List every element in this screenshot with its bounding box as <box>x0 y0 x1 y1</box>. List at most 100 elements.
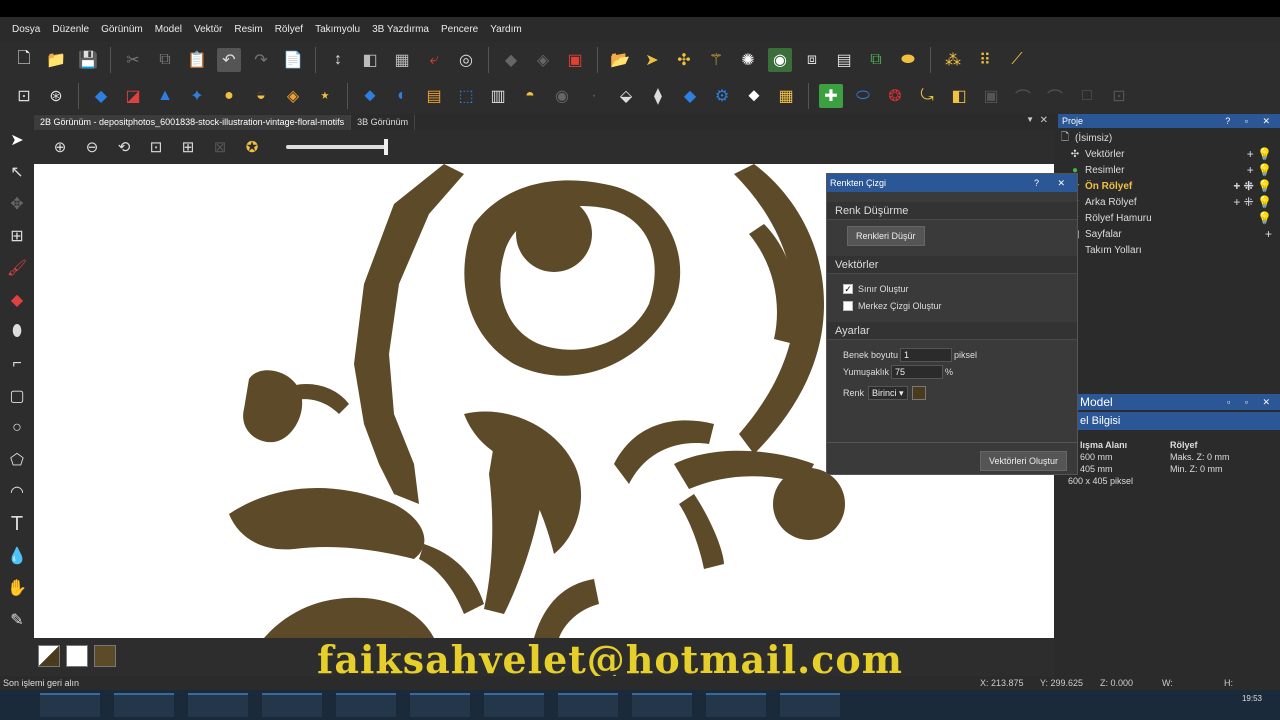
add-green-icon[interactable]: ✚ <box>819 84 843 108</box>
dim-square-icon[interactable]: □ <box>1075 84 1099 108</box>
taskbar-item[interactable] <box>632 693 692 717</box>
taskbar-item[interactable] <box>484 693 544 717</box>
tab-menu-icon[interactable]: ▼ <box>1026 115 1034 124</box>
color-chip[interactable] <box>911 385 926 400</box>
shape-blue-icon[interactable]: ◆ <box>89 84 113 108</box>
boundary-checkbox[interactable]: ✓ <box>843 283 853 294</box>
snap-star-icon[interactable]: ✪ <box>240 135 264 159</box>
tree-item-relief-clipboard[interactable]: ★ Rölyef Hamuru 💡 <box>1058 210 1280 226</box>
tree-item-actions[interactable]: 💡 <box>1257 211 1272 225</box>
taskbar-item[interactable] <box>706 693 766 717</box>
reduce-colors-button[interactable]: Renkleri Düşür <box>847 226 925 246</box>
boundary-row[interactable]: ✓ Sınır Oluştur <box>827 280 1077 297</box>
flat-blue-icon[interactable]: ⬙ <box>614 84 638 108</box>
panel-header-buttons[interactable]: ▫ ▫ ✕ <box>1227 394 1276 410</box>
pen-icon[interactable]: ✎ <box>4 607 30 633</box>
taskbar-item[interactable] <box>40 693 100 717</box>
menu-model[interactable]: Model <box>149 24 188 35</box>
dim-curve-icon[interactable]: ⌒ <box>1011 84 1035 108</box>
relief-star-icon[interactable]: ⭑ <box>313 84 337 108</box>
hand-icon[interactable]: ✋ <box>4 575 30 601</box>
smooth-icon[interactable]: ◒ <box>249 84 273 108</box>
dim-box-icon[interactable]: ▣ <box>979 84 1003 108</box>
dimension-icon[interactable]: ↕ <box>326 48 350 72</box>
star-folder-icon[interactable]: 📂 <box>608 48 632 72</box>
brown-swatch[interactable] <box>94 645 116 667</box>
split-icon[interactable]: ◐ <box>390 84 414 108</box>
taskbar-item[interactable] <box>336 693 396 717</box>
rectangle-icon[interactable]: ▢ <box>4 383 30 409</box>
dialog-header-buttons[interactable]: ? ✕ <box>1034 174 1073 192</box>
menu-toolpath[interactable]: Takımyolu <box>309 24 366 35</box>
menu-edit[interactable]: Düzenle <box>46 24 95 35</box>
model-info-header[interactable]: el Bilgisi <box>1078 412 1280 430</box>
polyline-icon[interactable]: ⌐ <box>4 351 30 377</box>
tree-item-pages[interactable]: ▥ Sayfalar + <box>1058 226 1280 242</box>
drop-icon[interactable]: 💧 <box>4 543 30 569</box>
smoothness-input[interactable]: 75 <box>891 364 944 379</box>
dialog-title-bar[interactable]: Renkten Çizgi ? ✕ <box>827 174 1077 192</box>
scatter-icon[interactable]: ✣ <box>672 48 696 72</box>
tab-3d-view[interactable]: 3B Görünüm <box>351 115 416 130</box>
emboss-icon[interactable]: ⬬ <box>896 48 920 72</box>
polygon-icon[interactable]: ⬠ <box>4 447 30 473</box>
sparkle-icon[interactable]: ✺ <box>736 48 760 72</box>
white-swatch[interactable] <box>66 645 88 667</box>
centerline-row[interactable]: Merkez Çizgi Oluştur <box>827 297 1077 314</box>
menu-3d-print[interactable]: 3B Yazdırma <box>366 24 435 35</box>
zoom-out-icon[interactable]: ⊖ <box>80 135 104 159</box>
menu-file[interactable]: Dosya <box>6 24 46 35</box>
tab-close-icon[interactable]: ✕ <box>1040 115 1048 126</box>
taskbar-clock[interactable]: 19:53 <box>1242 694 1262 703</box>
fill-icon[interactable]: ⬮ <box>4 319 30 345</box>
color-select[interactable]: Birinci ▾ <box>868 385 908 400</box>
layer-icon[interactable]: ◉ <box>768 48 792 72</box>
taskbar-item[interactable] <box>410 693 470 717</box>
create-vectors-button[interactable]: Vektörleri Oluştur <box>979 451 1067 471</box>
zoom-in-icon[interactable]: ⊕ <box>48 135 72 159</box>
nodes-icon[interactable]: ⁂ <box>941 48 965 72</box>
menu-vector[interactable]: Vektör <box>188 24 228 35</box>
dome-icon[interactable]: ◓ <box>518 84 542 108</box>
paint-brush-icon[interactable]: 🖌 <box>4 255 30 281</box>
stack-blue-icon[interactable]: ⧫ <box>646 84 670 108</box>
arc-tool-icon[interactable]: ◠ <box>4 479 30 505</box>
tree-item-actions[interactable]: + <box>1265 227 1272 241</box>
import-icon[interactable]: ▣ <box>563 48 587 72</box>
zoom-box-icon[interactable]: ⊞ <box>176 135 200 159</box>
cut-icon[interactable]: ✂ <box>121 48 145 72</box>
diamond-icon[interactable]: ◆ <box>499 48 523 72</box>
blue-drop-icon[interactable]: ⬭ <box>851 84 875 108</box>
tree-item-actions[interactable]: + 💡 <box>1247 147 1272 161</box>
opacity-slider[interactable] <box>286 139 388 155</box>
dot-icon[interactable]: · <box>582 84 606 108</box>
gear-blue-icon[interactable]: ⚙ <box>710 84 734 108</box>
tab-2d-view[interactable]: 2B Görünüm - depositphotos_6001838-stock… <box>34 115 352 130</box>
copy-icon[interactable]: ⧉ <box>153 48 177 72</box>
spin-icon[interactable]: ✦ <box>185 84 209 108</box>
mirror-icon[interactable]: ◧ <box>358 48 382 72</box>
extrude-icon[interactable]: ▲ <box>153 84 177 108</box>
sculpt-icon[interactable]: ● <box>217 84 241 108</box>
measure-icon[interactable]: ◎ <box>454 48 478 72</box>
warp-icon[interactable]: ⊞ <box>4 223 30 249</box>
foreground-background-swatch[interactable] <box>38 645 60 667</box>
copy-green-icon[interactable]: ⧉ <box>864 48 888 72</box>
tree-item-toolpaths[interactable]: ⫶ Takım Yolları <box>1058 242 1280 258</box>
eraser-tool-icon[interactable]: ◆ <box>4 287 30 313</box>
tree-item-front-relief[interactable]: ★ Ön Rölyef + ⁜ 💡 <box>1058 178 1280 194</box>
wand-icon[interactable]: ⚚ <box>704 48 728 72</box>
taskbar-item[interactable] <box>188 693 248 717</box>
zoom-fit-icon[interactable]: ⊡ <box>144 135 168 159</box>
tree-item-actions[interactable]: + ⁜ 💡 <box>1233 179 1272 193</box>
save-icon[interactable]: 💾 <box>76 48 100 72</box>
pixel-size-input[interactable]: 1 <box>900 347 953 362</box>
node-icon[interactable]: ◈ <box>531 48 555 72</box>
grid-icon[interactable]: ▦ <box>390 48 414 72</box>
text-icon[interactable]: T <box>4 511 30 537</box>
new-file-icon[interactable]: 🗋 <box>12 48 36 72</box>
frame-icon[interactable]: ▤ <box>832 48 856 72</box>
zoom-box-icon[interactable]: ⊡ <box>12 84 36 108</box>
arc-icon[interactable]: ⤿ <box>915 84 939 108</box>
menu-image[interactable]: Resim <box>228 24 268 35</box>
